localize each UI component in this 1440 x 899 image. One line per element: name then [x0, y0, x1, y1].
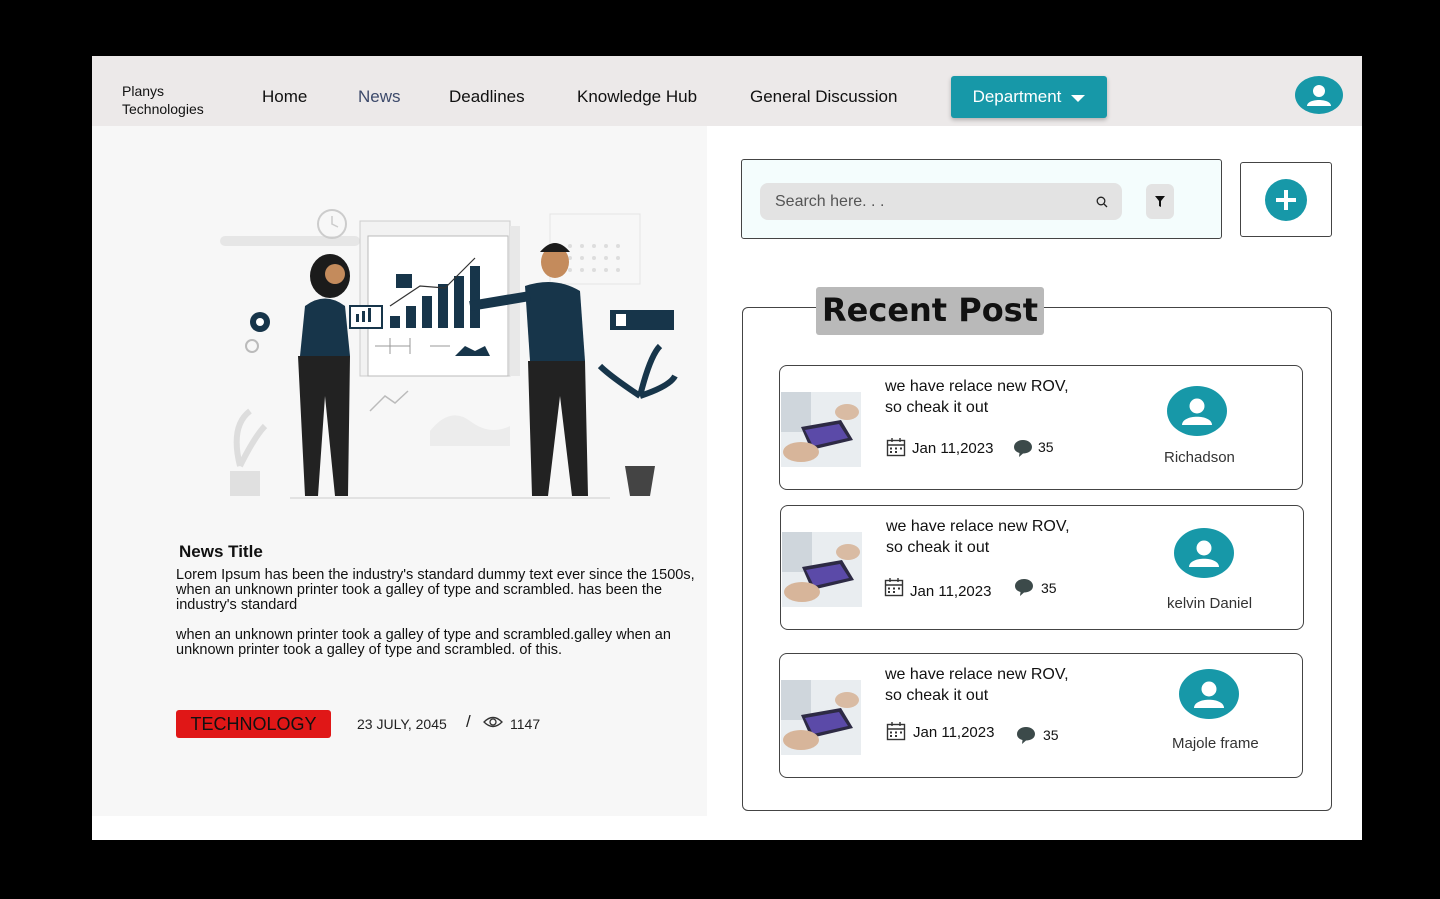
calendar-icon [886, 722, 906, 741]
post-text: we have relace new ROV, so cheak it out [886, 516, 1070, 558]
nav-item-home[interactable]: Home [262, 87, 307, 107]
calendar-icon [884, 578, 904, 597]
post-thumbnail [781, 392, 861, 467]
post-line2: so cheak it out [885, 399, 989, 416]
add-post-button[interactable] [1240, 162, 1332, 237]
brand-name-line1: Planys [122, 83, 165, 99]
news-body: Lorem Ipsum has been the industry's stan… [176, 568, 696, 673]
filter-icon [1155, 196, 1165, 207]
eye-icon [483, 716, 503, 728]
post-line2: so cheak it out [886, 539, 990, 556]
filter-button[interactable] [1146, 184, 1174, 219]
user-avatar-button[interactable] [1295, 76, 1343, 114]
author-avatar[interactable] [1174, 528, 1234, 578]
post-card[interactable]: we have relace new ROV, so cheak it out … [779, 365, 1303, 490]
nav-item-deadlines[interactable]: Deadlines [449, 87, 525, 107]
nav-item-knowledge-hub[interactable]: Knowledge Hub [577, 87, 697, 107]
author-avatar[interactable] [1179, 669, 1239, 719]
post-thumbnail [781, 680, 861, 755]
brand-name-line2: Technologies [122, 101, 204, 117]
search-panel [741, 159, 1222, 239]
category-tag[interactable]: TECHNOLOGY [176, 710, 331, 738]
search-icon[interactable] [1096, 196, 1108, 208]
department-label: Department [972, 87, 1062, 106]
user-icon [1307, 85, 1331, 106]
nav-item-news[interactable]: News [358, 87, 401, 107]
calendar-icon [886, 438, 906, 457]
app-frame: Planys Technologies Home News Deadlines … [92, 56, 1362, 840]
caret-down-icon [1071, 94, 1086, 102]
post-text: we have relace new ROV, so cheak it out [885, 664, 1069, 706]
top-navbar: Planys Technologies Home News Deadlines … [92, 56, 1362, 126]
post-thumbnail [782, 532, 862, 607]
news-date: 23 JULY, 2045 [357, 716, 447, 732]
post-card[interactable]: we have relace new ROV, so cheak it out … [780, 505, 1304, 630]
comment-count: 35 [1041, 580, 1057, 596]
view-count: 1147 [510, 716, 541, 732]
search-input[interactable] [760, 183, 1122, 220]
post-line1: we have relace new ROV, [885, 378, 1069, 395]
author-name: Majole frame [1172, 735, 1259, 752]
user-icon [1189, 540, 1219, 567]
post-date: Jan 11,2023 [912, 440, 994, 457]
recent-posts-title: Recent Post [816, 287, 1045, 335]
user-icon [1182, 398, 1212, 425]
presentation-illustration [220, 209, 678, 499]
author-name: kelvin Daniel [1167, 595, 1253, 612]
news-article-panel: News Title Lorem Ipsum has been the indu… [92, 126, 707, 816]
post-line2: so cheak it out [885, 687, 989, 704]
comment-icon [1015, 579, 1033, 596]
brand-logo[interactable]: Planys Technologies [122, 82, 204, 118]
news-paragraph: Lorem Ipsum has been the industry's stan… [176, 567, 695, 613]
post-date: Jan 11,2023 [913, 724, 995, 741]
post-card[interactable]: we have relace new ROV, so cheak it out … [779, 653, 1303, 778]
plus-icon [1265, 178, 1307, 221]
comment-icon [1017, 727, 1035, 744]
news-title: News Title [179, 542, 263, 561]
post-date: Jan 11,2023 [910, 583, 992, 600]
post-line1: we have relace new ROV, [886, 518, 1070, 535]
post-text: we have relace new ROV, so cheak it out [885, 376, 1069, 418]
news-paragraph: when an unknown printer took a galley of… [176, 627, 671, 658]
author-name: Richadson [1164, 449, 1235, 466]
comment-icon [1014, 440, 1032, 457]
nav-item-general-discussion[interactable]: General Discussion [750, 87, 897, 107]
post-line1: we have relace new ROV, [885, 666, 1069, 683]
author-avatar[interactable] [1167, 386, 1227, 436]
comment-count: 35 [1043, 727, 1059, 743]
comment-count: 35 [1038, 439, 1054, 455]
user-icon [1194, 681, 1224, 708]
meta-separator: / [466, 712, 471, 731]
department-dropdown-button[interactable]: Department [951, 76, 1107, 118]
